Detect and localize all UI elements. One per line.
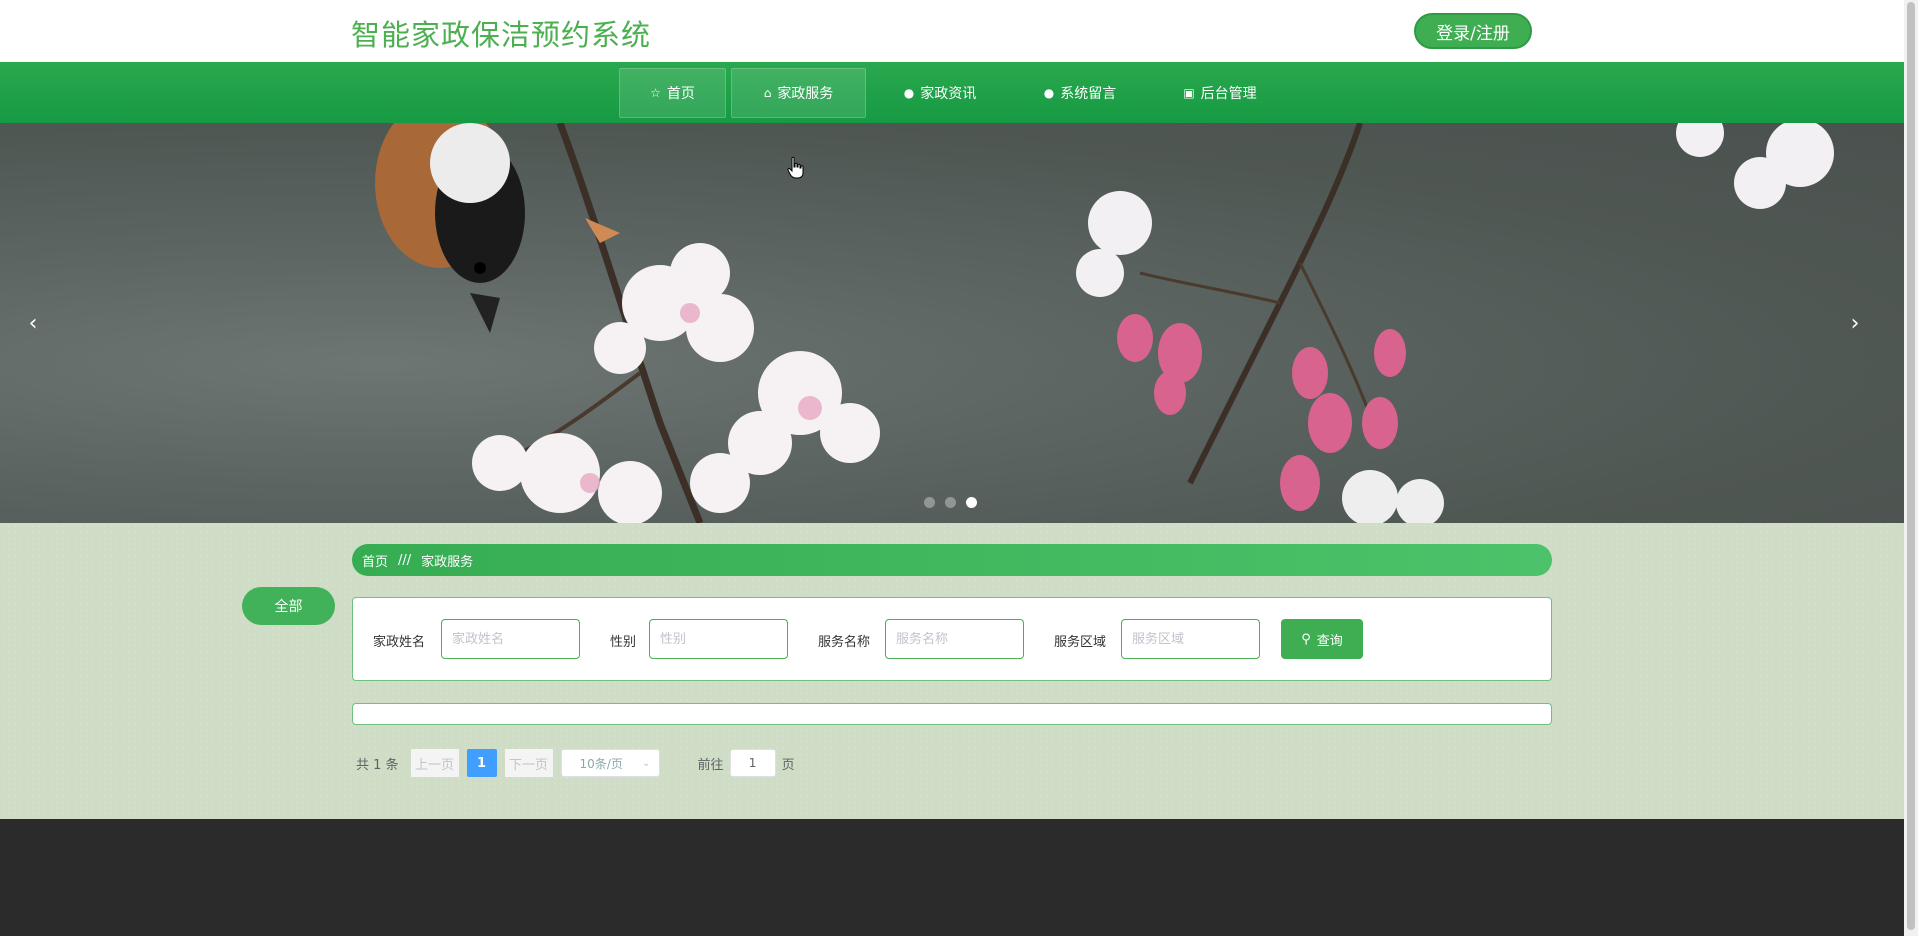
banner-image bbox=[375, 123, 1834, 523]
chevron-down-icon: ⌄ bbox=[642, 757, 651, 769]
service-name-input[interactable] bbox=[885, 619, 1024, 659]
message-icon: ● bbox=[1043, 86, 1055, 100]
header: 智能家政保洁预约系统 登录/注册 bbox=[0, 0, 1904, 62]
main-content: 全部 首页 /// 家政服务 家政姓名 性别 服务名称 服务区域 ⚲ 查询 共 … bbox=[0, 523, 1904, 819]
breadcrumb-separator: /// bbox=[398, 552, 412, 568]
login-register-button[interactable]: 登录/注册 bbox=[1414, 13, 1532, 49]
main-nav: ☆ 首页 ⌂ 家政服务 ● 家政资讯 ● 系统留言 ▣ 后台管理 bbox=[0, 62, 1904, 123]
pagination-total: 共 1 条 bbox=[356, 757, 399, 773]
pagination-page-1[interactable]: 1 bbox=[466, 749, 497, 777]
search-panel: 家政姓名 性别 服务名称 服务区域 ⚲ 查询 bbox=[352, 597, 1552, 681]
footer bbox=[0, 819, 1904, 936]
results-list bbox=[352, 703, 1552, 725]
scrollbar-thumb[interactable] bbox=[1907, 2, 1915, 930]
nav-item-label: 家政资讯 bbox=[920, 86, 977, 102]
gender-label: 性别 bbox=[610, 635, 637, 650]
carousel-dot[interactable] bbox=[945, 497, 956, 508]
nav-item-label: 家政服务 bbox=[777, 86, 834, 102]
nav-item-news[interactable]: ● 家政资讯 bbox=[880, 68, 1000, 118]
bag-icon: ⌂ bbox=[763, 86, 772, 100]
page-size-value: 10条/页 bbox=[579, 756, 623, 771]
breadcrumb-current: 家政服务 bbox=[421, 554, 474, 570]
breadcrumb-home[interactable]: 首页 bbox=[362, 551, 388, 570]
query-button[interactable]: ⚲ 查询 bbox=[1281, 619, 1363, 659]
nav-item-label: 系统留言 bbox=[1060, 86, 1117, 102]
query-button-label: 查询 bbox=[1316, 633, 1343, 649]
pagination-page-unit: 页 bbox=[781, 757, 795, 773]
service-area-label: 服务区域 bbox=[1054, 635, 1107, 650]
nav-item-messages[interactable]: ● 系统留言 bbox=[1020, 68, 1140, 118]
pagination-prev-button[interactable]: 上一页 bbox=[410, 749, 459, 777]
pagination-jump-input[interactable]: 1 bbox=[729, 749, 776, 777]
category-all-button[interactable]: 全部 bbox=[242, 587, 335, 625]
service-name-label: 服务名称 bbox=[818, 635, 871, 650]
search-icon: ⚲ bbox=[1301, 631, 1311, 647]
banner-carousel[interactable]: ‹ › bbox=[0, 123, 1904, 523]
name-label: 家政姓名 bbox=[373, 635, 426, 650]
pagination-goto-label: 前往 bbox=[697, 757, 724, 773]
carousel-next-button[interactable]: › bbox=[1840, 303, 1870, 343]
service-area-input[interactable] bbox=[1121, 619, 1260, 659]
carousel-prev-button[interactable]: ‹ bbox=[18, 303, 48, 343]
nav-item-services[interactable]: ⌂ 家政服务 bbox=[731, 68, 866, 118]
hand-cursor-icon bbox=[787, 156, 804, 179]
admin-icon: ▣ bbox=[1183, 86, 1195, 100]
breadcrumb: 首页 /// 家政服务 bbox=[352, 544, 1552, 576]
star-icon: ☆ bbox=[650, 86, 661, 100]
pagination: 共 1 条 上一页 1 下一页 10条/页 ⌄ 前往 1 页 bbox=[356, 749, 795, 777]
nav-item-home[interactable]: ☆ 首页 bbox=[619, 68, 726, 118]
page-scrollbar[interactable] bbox=[1904, 0, 1918, 936]
name-input[interactable] bbox=[441, 619, 580, 659]
page-size-select[interactable]: 10条/页 ⌄ bbox=[560, 749, 660, 777]
info-icon: ● bbox=[903, 86, 915, 100]
carousel-dot[interactable] bbox=[924, 497, 935, 508]
nav-item-label: 首页 bbox=[666, 86, 695, 102]
site-title: 智能家政保洁预约系统 bbox=[351, 18, 652, 52]
carousel-indicators bbox=[924, 497, 977, 508]
nav-item-admin[interactable]: ▣ 后台管理 bbox=[1160, 68, 1280, 118]
carousel-dot-active[interactable] bbox=[966, 497, 977, 508]
pagination-next-button[interactable]: 下一页 bbox=[504, 749, 553, 777]
nav-item-label: 后台管理 bbox=[1200, 86, 1257, 102]
gender-input[interactable] bbox=[649, 619, 788, 659]
